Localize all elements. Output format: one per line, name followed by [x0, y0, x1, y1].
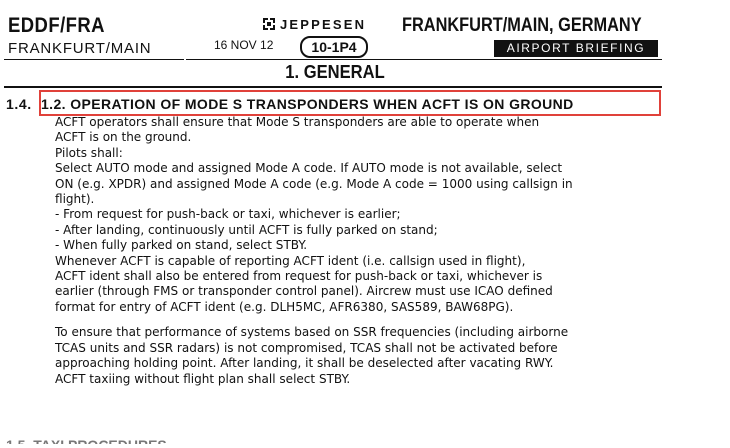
airport-code: EDDF/FRA — [8, 14, 105, 37]
body-line: ACFT taxiing without flight plan shall s… — [55, 370, 351, 386]
airport-name: FRANKFURT/MAIN — [8, 40, 152, 57]
section-divider — [4, 86, 662, 88]
body-line: ON (e.g. XPDR) and assigned Mode A code … — [55, 175, 573, 191]
body-line: ACFT operators shall ensure that Mode S … — [55, 114, 540, 129]
body-line: earlier (through FMS or transponder cont… — [55, 283, 553, 299]
body-line: flight). — [55, 191, 95, 207]
body-line: To ensure that performance of systems ba… — [55, 324, 569, 340]
jeppesen-logo-icon — [263, 18, 275, 30]
body-line: Select AUTO mode and assigned Mode A cod… — [55, 160, 563, 176]
body-line: approaching holding point. After landing… — [55, 355, 554, 371]
body-line: TCAS units and SSR radars) is not compro… — [55, 339, 558, 355]
body-line: ACFT ident shall also be entered from re… — [55, 268, 543, 284]
header-divider-right — [186, 59, 662, 60]
section-title: 1. GENERAL — [285, 62, 385, 82]
body-line: - From request for push-back or taxi, wh… — [55, 206, 401, 222]
brand-name: JEPPESEN — [280, 16, 367, 32]
body-line: ACFT is on the ground. — [55, 129, 192, 145]
section-body: ACFT operators shall ensure that Mode S … — [55, 114, 656, 386]
body-line: format for entry of ACFT ident (e.g. DLH… — [55, 298, 514, 314]
body-line: - After landing, continuously until ACFT… — [55, 221, 438, 237]
body-line: Pilots shall: — [55, 144, 123, 160]
chart-id-badge: 10-1P4 — [300, 36, 368, 58]
location-title: FRANKFURT/MAIN, GERMANY — [402, 15, 642, 36]
header-divider-left — [4, 59, 184, 60]
body-line: - When fully parked on stand, select STB… — [55, 237, 308, 253]
subsection-prefix: 1.4. — [6, 96, 32, 112]
jeppesen-brand: JEPPESEN — [262, 16, 366, 32]
subsection-highlight-box — [39, 90, 661, 116]
next-heading-cutoff: 1.5. TAXI PROCEDURES — [6, 438, 226, 444]
body-line: Whenever ACFT is capable of reporting AC… — [55, 252, 526, 268]
chart-date: 16 NOV 12 — [214, 38, 274, 52]
airport-briefing-label: AIRPORT BRIEFING — [494, 40, 658, 57]
